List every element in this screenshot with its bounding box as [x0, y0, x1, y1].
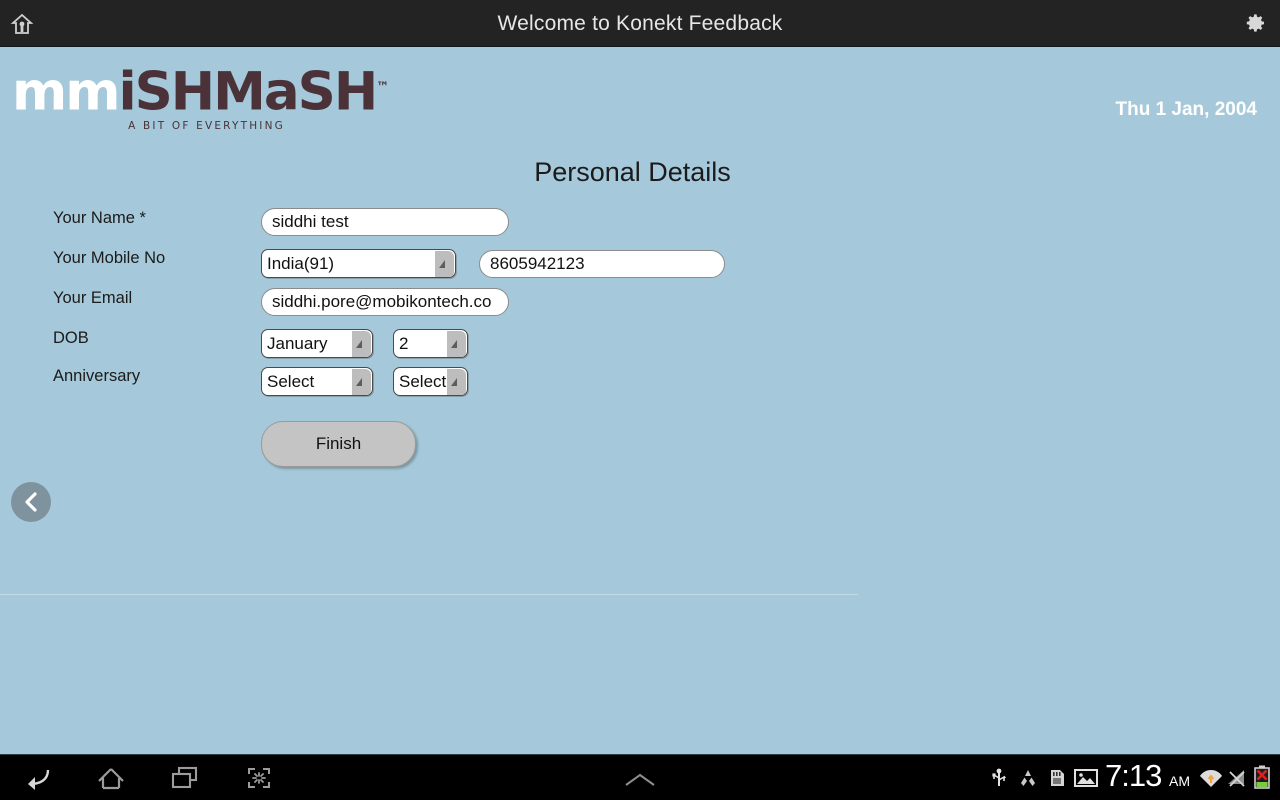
label-your-email: Your Email — [53, 289, 133, 307]
anniversary-day-select[interactable]: Select — [393, 367, 468, 396]
recycle-icon — [1018, 768, 1038, 793]
dob-month-value: January — [267, 334, 328, 353]
chevron-down-icon — [352, 369, 371, 395]
label-your-mobile-no: Your Mobile No — [53, 249, 166, 267]
field-row-dob: DOB January 2 — [0, 329, 1280, 369]
field-row-mobile: Your Mobile No India(91) 8605942123 — [0, 249, 1280, 289]
logo-text-dark: iSHMaSH — [118, 61, 378, 123]
clock-meridiem: AM — [1169, 773, 1190, 789]
dob-month-select[interactable]: January — [261, 329, 373, 358]
header-date: Thu 1 Jan, 2004 — [1115, 99, 1257, 120]
back-button[interactable] — [11, 482, 51, 522]
anniversary-month-select[interactable]: Select — [261, 367, 373, 396]
label-your-name: Your Name * — [53, 209, 146, 227]
field-row-anniversary: Anniversary Select Select — [0, 367, 1280, 407]
mobile-number-input[interactable]: 8605942123 — [479, 250, 725, 278]
back-arrow-icon[interactable] — [22, 765, 52, 796]
android-nav-bar: 7:13 AM — [0, 754, 1280, 800]
battery-error-icon — [1253, 765, 1271, 794]
field-row-name: Your Name * siddhi test — [0, 208, 1280, 249]
recent-apps-icon[interactable] — [170, 765, 200, 796]
name-input[interactable]: siddhi test — [261, 208, 509, 236]
dob-day-select[interactable]: 2 — [393, 329, 468, 358]
chevron-down-icon — [435, 251, 454, 277]
screenshot-icon[interactable] — [244, 765, 274, 796]
logo-wordmark: mmiSHMaSH™ — [12, 58, 389, 123]
home-outline-icon[interactable] — [96, 765, 126, 796]
chevron-down-icon — [447, 369, 466, 395]
brand-logo: mmiSHMaSH™ A BIT OF EVERYTHING — [12, 58, 389, 136]
field-row-email: Your Email siddhi.pore@mobikontech.co — [0, 288, 1280, 329]
logo-tagline: A BIT OF EVERYTHING — [128, 120, 285, 132]
dob-day-value: 2 — [399, 334, 409, 353]
chevron-up-icon[interactable] — [623, 771, 657, 794]
finish-button[interactable]: Finish — [261, 421, 416, 467]
gear-icon[interactable] — [1244, 11, 1268, 35]
app-title-bar: Welcome to Konekt Feedback — [0, 0, 1280, 47]
label-dob: DOB — [53, 329, 89, 347]
content-divider — [0, 594, 858, 595]
page-title: Personal Details — [534, 157, 731, 187]
country-code-select[interactable]: India(91) — [261, 249, 456, 278]
chevron-down-icon — [352, 331, 371, 357]
image-icon — [1074, 768, 1098, 793]
sd-card-icon — [1047, 768, 1067, 793]
anniversary-day-value: Select — [399, 372, 447, 391]
wifi-icon — [1199, 766, 1223, 793]
chevron-down-icon — [447, 331, 466, 357]
anniversary-month-value: Select — [267, 372, 315, 391]
clock-time: 7:13 — [1105, 758, 1162, 793]
label-anniversary: Anniversary — [53, 367, 141, 385]
no-signal-icon — [1226, 769, 1248, 792]
usb-icon — [990, 768, 1008, 793]
trademark-symbol: ™ — [376, 80, 390, 95]
status-clock: 7:13 AM — [1105, 758, 1190, 794]
app-screen: Welcome to Konekt Feedback mmiSHMaSH™ A … — [0, 0, 1280, 800]
logo-text-light: mm — [12, 61, 120, 123]
country-code-value: India(91) — [267, 254, 335, 273]
app-title: Welcome to Konekt Feedback — [497, 12, 783, 35]
email-input[interactable]: siddhi.pore@mobikontech.co — [261, 288, 509, 316]
